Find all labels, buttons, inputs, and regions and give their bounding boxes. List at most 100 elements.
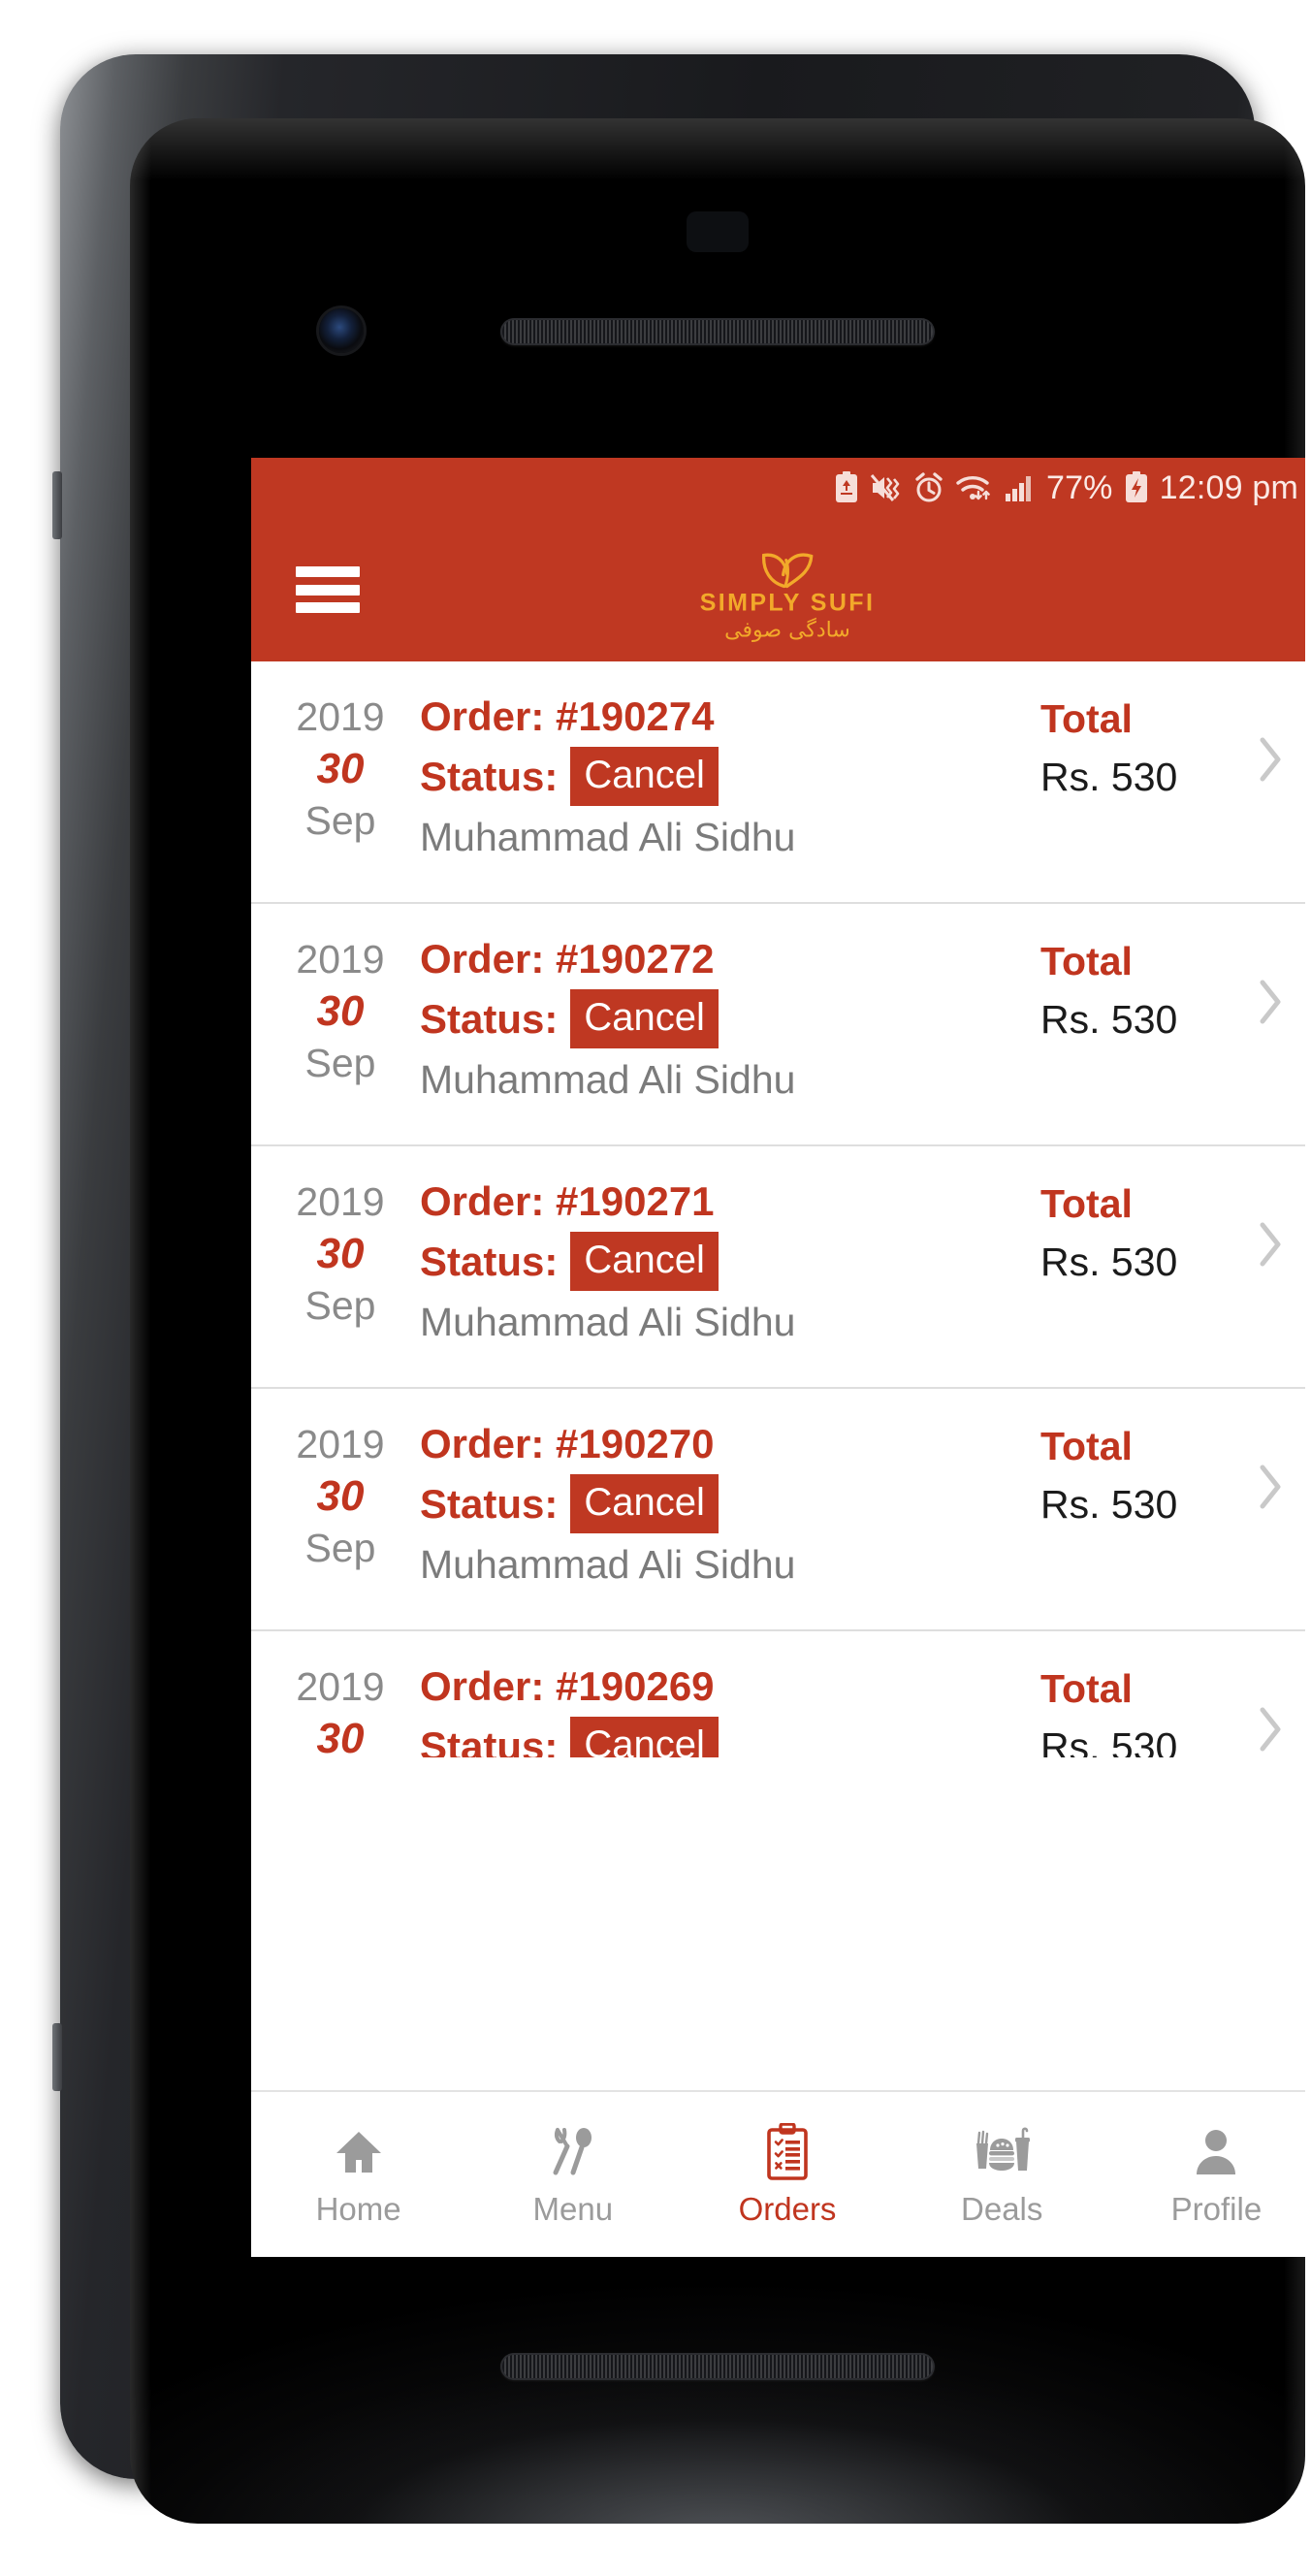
order-list-item[interactable]: 2019 30 Sep Order: #190272 Status: Cance… [251, 904, 1305, 1146]
order-date-month: Sep [304, 1525, 376, 1570]
order-total-label: Total [1040, 1424, 1133, 1468]
nav-item-deals[interactable]: Deals [895, 2122, 1109, 2228]
order-status-line: Status: Cancel [420, 747, 1037, 807]
brand-script-label: سادگی صوفی [724, 618, 850, 643]
order-status-label: Status: [420, 1480, 559, 1527]
combo-meal-icon [973, 2122, 1031, 2182]
nav-item-orders[interactable]: Orders [680, 2122, 894, 2228]
hamburger-line-3 [296, 602, 360, 613]
order-customer-name: Muhammad Ali Sidhu [420, 1057, 796, 1103]
order-id-label: Order: #190270 [420, 1421, 715, 1466]
order-customer-name: Muhammad Ali Sidhu [420, 1542, 796, 1588]
order-status-line: Status: Cancel [420, 1474, 1037, 1534]
orders-list[interactable]: 2019 30 Sep Order: #190274 Status: Cance… [251, 661, 1305, 2090]
order-date-year: 2019 [296, 937, 385, 982]
fork-spoon-icon [546, 2122, 600, 2182]
nav-item-menu[interactable]: Menu [465, 2122, 680, 2228]
order-status-line: Status: Cancel [420, 1232, 1037, 1292]
battery-percent-label: 77% [1045, 468, 1113, 506]
order-customer-name: Muhammad Ali Sidhu [420, 1300, 796, 1345]
status-badge: Cancel [570, 747, 719, 807]
order-date-month: Sep [304, 1040, 376, 1085]
order-date: 2019 30 Sep [278, 933, 402, 1087]
order-date: 2019 30 Sep [278, 1175, 402, 1330]
hamburger-line-2 [296, 584, 360, 596]
order-list-item[interactable]: 2019 30 Sep Order: #190270 Status: Cance… [251, 1389, 1305, 1631]
glass-sheen-left [130, 118, 151, 2524]
order-list-item[interactable]: 2019 30 Sep Order: #190274 Status: Cance… [251, 661, 1305, 904]
order-total-label: Total [1040, 1181, 1133, 1226]
order-customer-name: Muhammad Ali Sidhu [420, 815, 796, 860]
app-bar: SIMPLY SUFI سادگی صوفی [251, 518, 1305, 661]
status-badge: Cancel [570, 1232, 719, 1292]
order-total-amount: Rs. 530 [1040, 1724, 1178, 1757]
bottom-speaker [500, 2353, 935, 2380]
clock-label: 12:09 pm [1159, 468, 1298, 506]
left-side-accent-top [52, 471, 62, 539]
cellular-signal-icon [1005, 472, 1036, 503]
chevron-right-icon[interactable] [1242, 1175, 1298, 1269]
order-total: Total Rs. 530 [1037, 1660, 1242, 1757]
order-list-item[interactable]: 2019 30 Sep Order: #190271 Status: Cance… [251, 1146, 1305, 1389]
order-status-line: Status: Cancel [420, 1717, 1037, 1757]
order-date-year: 2019 [296, 1664, 385, 1709]
order-date-day: 30 [316, 1714, 365, 1757]
order-date-month: Sep [304, 797, 376, 843]
status-badge: Cancel [570, 989, 719, 1049]
chevron-right-icon[interactable] [1242, 1418, 1298, 1511]
hamburger-line-1 [296, 566, 360, 577]
order-status-label: Status: [420, 995, 559, 1042]
order-total: Total Rs. 530 [1037, 691, 1242, 800]
app-screen: 77% 12:09 pm SIMPLY SUFI سادگی صوفی 2019… [251, 458, 1305, 2257]
order-total-amount: Rs. 530 [1040, 997, 1178, 1043]
order-total-label: Total [1040, 1666, 1133, 1711]
nav-label-menu: Menu [532, 2190, 614, 2227]
order-total-amount: Rs. 530 [1040, 1482, 1178, 1528]
order-total-amount: Rs. 530 [1040, 755, 1178, 800]
nav-label-deals: Deals [961, 2190, 1043, 2227]
order-details: Order: #190270 Status: Cancel Muhammad A… [402, 1418, 1037, 1588]
mute-vibrate-icon [870, 472, 903, 503]
order-date: 2019 30 Sep [278, 691, 402, 845]
order-id-label: Order: #190269 [420, 1663, 715, 1709]
nav-item-home[interactable]: Home [251, 2122, 465, 2228]
order-list-item[interactable]: 2019 30 Sep Order: #190269 Status: Cance… [251, 1631, 1305, 1757]
person-icon [1189, 2122, 1243, 2182]
order-date-day: 30 [316, 1471, 365, 1520]
alarm-clock-icon [913, 472, 944, 503]
order-total-label: Total [1040, 696, 1133, 741]
hamburger-menu-icon[interactable] [296, 566, 360, 613]
left-side-accent-bottom [52, 2023, 62, 2091]
order-date-day: 30 [316, 986, 365, 1035]
order-total: Total Rs. 530 [1037, 1418, 1242, 1528]
chevron-right-icon[interactable] [1242, 1660, 1298, 1754]
order-status-label: Status: [420, 753, 559, 799]
clipboard-checklist-icon [760, 2122, 815, 2182]
order-status-label: Status: [420, 1723, 559, 1757]
status-bar: 77% 12:09 pm [251, 458, 1305, 518]
earpiece-speaker [500, 318, 935, 345]
status-badge: Cancel [570, 1717, 719, 1757]
list-bottom-fade [251, 1985, 1305, 2090]
nav-item-profile[interactable]: Profile [1109, 2122, 1305, 2228]
nav-label-orders: Orders [738, 2190, 837, 2227]
chevron-right-icon[interactable] [1242, 933, 1298, 1026]
front-camera-icon [319, 308, 364, 353]
chevron-right-icon[interactable] [1242, 691, 1298, 784]
battery-saver-icon [834, 471, 859, 504]
brand-logo: SIMPLY SUFI سادگی صوفی [700, 538, 876, 642]
order-date-day: 30 [316, 744, 365, 792]
leaf-mark-icon [762, 553, 814, 589]
nav-label-home: Home [315, 2190, 401, 2227]
status-badge: Cancel [570, 1474, 719, 1534]
nav-label-profile: Profile [1170, 2190, 1263, 2227]
order-status-label: Status: [420, 1238, 559, 1284]
phone-screen-glass: 77% 12:09 pm SIMPLY SUFI سادگی صوفی 2019… [130, 118, 1305, 2524]
phone-device-frame: 77% 12:09 pm SIMPLY SUFI سادگی صوفی 2019… [52, 54, 1305, 2524]
wifi-icon [955, 472, 994, 503]
order-date: 2019 30 Sep [278, 1660, 402, 1757]
battery-charging-icon [1124, 471, 1149, 504]
order-date-year: 2019 [296, 694, 385, 739]
order-date-day: 30 [316, 1229, 365, 1277]
glass-sheen [130, 118, 1305, 180]
